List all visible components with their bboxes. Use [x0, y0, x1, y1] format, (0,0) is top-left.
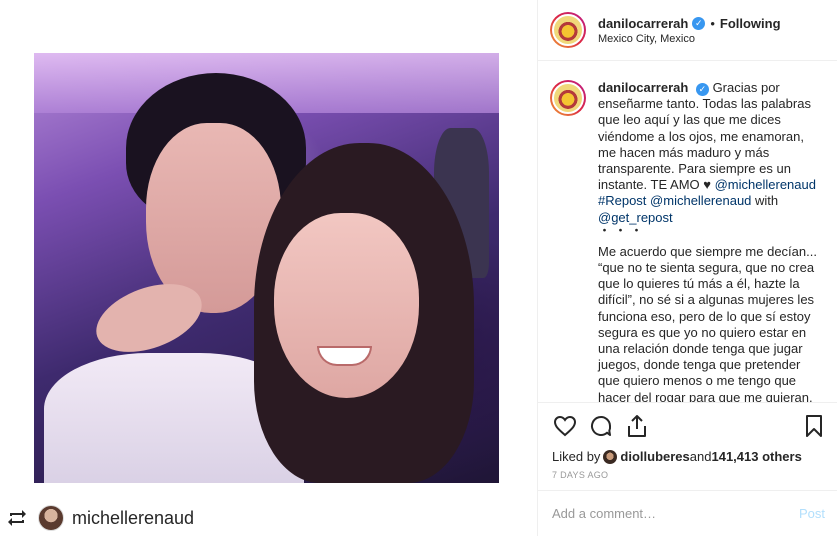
- photo-woman-face: [274, 213, 419, 398]
- liker-username[interactable]: diolluberes: [620, 449, 689, 464]
- post-comment-button[interactable]: Post: [799, 506, 825, 521]
- author-avatar[interactable]: [550, 12, 586, 48]
- likes-prefix: Liked by: [552, 449, 601, 464]
- bookmark-icon[interactable]: [801, 413, 827, 439]
- hashtag-link[interactable]: #Repost: [598, 193, 646, 208]
- media-area: michellerenaud: [0, 0, 537, 536]
- post-header: danilocarrerah ✓ • Following Mexico City…: [538, 0, 837, 61]
- caption-with-text: with: [751, 193, 779, 209]
- caption-area: danilocarrerah ✓ Gracias por enseñarme t…: [538, 62, 837, 402]
- caption-text-part1: Gracias por enseñarme tanto. Todas las p…: [598, 80, 811, 193]
- likes-middle: and: [689, 449, 712, 464]
- post-side-panel: danilocarrerah ✓ • Following Mexico City…: [537, 0, 837, 536]
- repost-icon: [6, 507, 28, 529]
- comment-input[interactable]: [552, 506, 799, 521]
- caption-paragraph-2: Me acuerdo que siempre me decían... “que…: [598, 243, 817, 402]
- verified-badge-icon: ✓: [692, 16, 706, 30]
- post-timestamp[interactable]: 7 DAYS AGO: [538, 464, 837, 480]
- caption-username[interactable]: danilocarrerah: [598, 80, 688, 95]
- caption-text: danilocarrerah ✓ Gracias por enseñarme t…: [598, 80, 825, 402]
- repost-attribution: michellerenaud: [0, 500, 537, 536]
- repost-username[interactable]: michellerenaud: [72, 508, 194, 529]
- comment-icon[interactable]: [588, 413, 614, 439]
- caption-dots: ・・・: [598, 222, 647, 238]
- post-photo[interactable]: [34, 53, 499, 483]
- following-button[interactable]: Following: [720, 16, 781, 31]
- mention-link[interactable]: @michellerenaud: [650, 193, 751, 208]
- author-username[interactable]: danilocarrerah: [598, 16, 688, 31]
- post-actions: Liked by diolluberes and 141,413 others …: [538, 402, 837, 536]
- repost-avatar[interactable]: [38, 505, 64, 531]
- verified-badge-icon: ✓: [695, 82, 709, 96]
- comment-box: Post: [538, 490, 837, 536]
- likes-summary: Liked by diolluberes and 141,413 others: [538, 449, 837, 464]
- heart-icon[interactable]: [552, 413, 578, 439]
- caption-avatar[interactable]: [550, 80, 586, 116]
- mention-link[interactable]: @michellerenaud: [715, 177, 816, 192]
- likes-count[interactable]: 141,413 others: [711, 449, 801, 464]
- share-icon[interactable]: [624, 413, 650, 439]
- heart-emoji: ♥: [703, 177, 711, 193]
- post-location[interactable]: Mexico City, Mexico: [598, 33, 781, 45]
- separator-dot: •: [710, 15, 715, 31]
- liker-avatar: [603, 449, 618, 464]
